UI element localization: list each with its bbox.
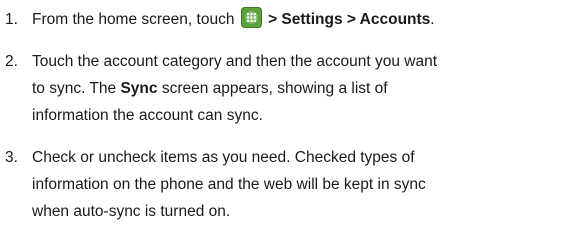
step-line: when auto-sync is turned on. [32, 203, 231, 220]
step-number: 3. [5, 149, 18, 166]
settings-accounts-path: > Settings > Accounts [263, 11, 431, 28]
sync-screen-name: Sync [120, 80, 158, 97]
step-line: information the account can sync. [32, 107, 263, 124]
step-text: Check or uncheck items as you need. Chec… [32, 144, 560, 225]
step-text-end: . [430, 11, 435, 28]
step-text-segment: screen appears, showing a list of [157, 80, 388, 97]
step-text: From the home screen, touch > Settings >… [32, 6, 560, 33]
step-line: Touch the account category and then the … [32, 53, 437, 70]
step-line: information on the phone and the web wil… [32, 176, 426, 193]
step-number: 1. [5, 11, 18, 28]
step-line: Check or uncheck items as you need. Chec… [32, 149, 415, 166]
step-number: 2. [5, 53, 18, 70]
step-text: Touch the account category and then the … [32, 48, 560, 129]
step-text-before-icon: From the home screen, touch [32, 11, 239, 28]
apps-grid-icon [240, 7, 262, 28]
step-line: to sync. The Sync screen appears, showin… [32, 75, 560, 102]
step-text-segment: to sync. The [32, 80, 121, 97]
